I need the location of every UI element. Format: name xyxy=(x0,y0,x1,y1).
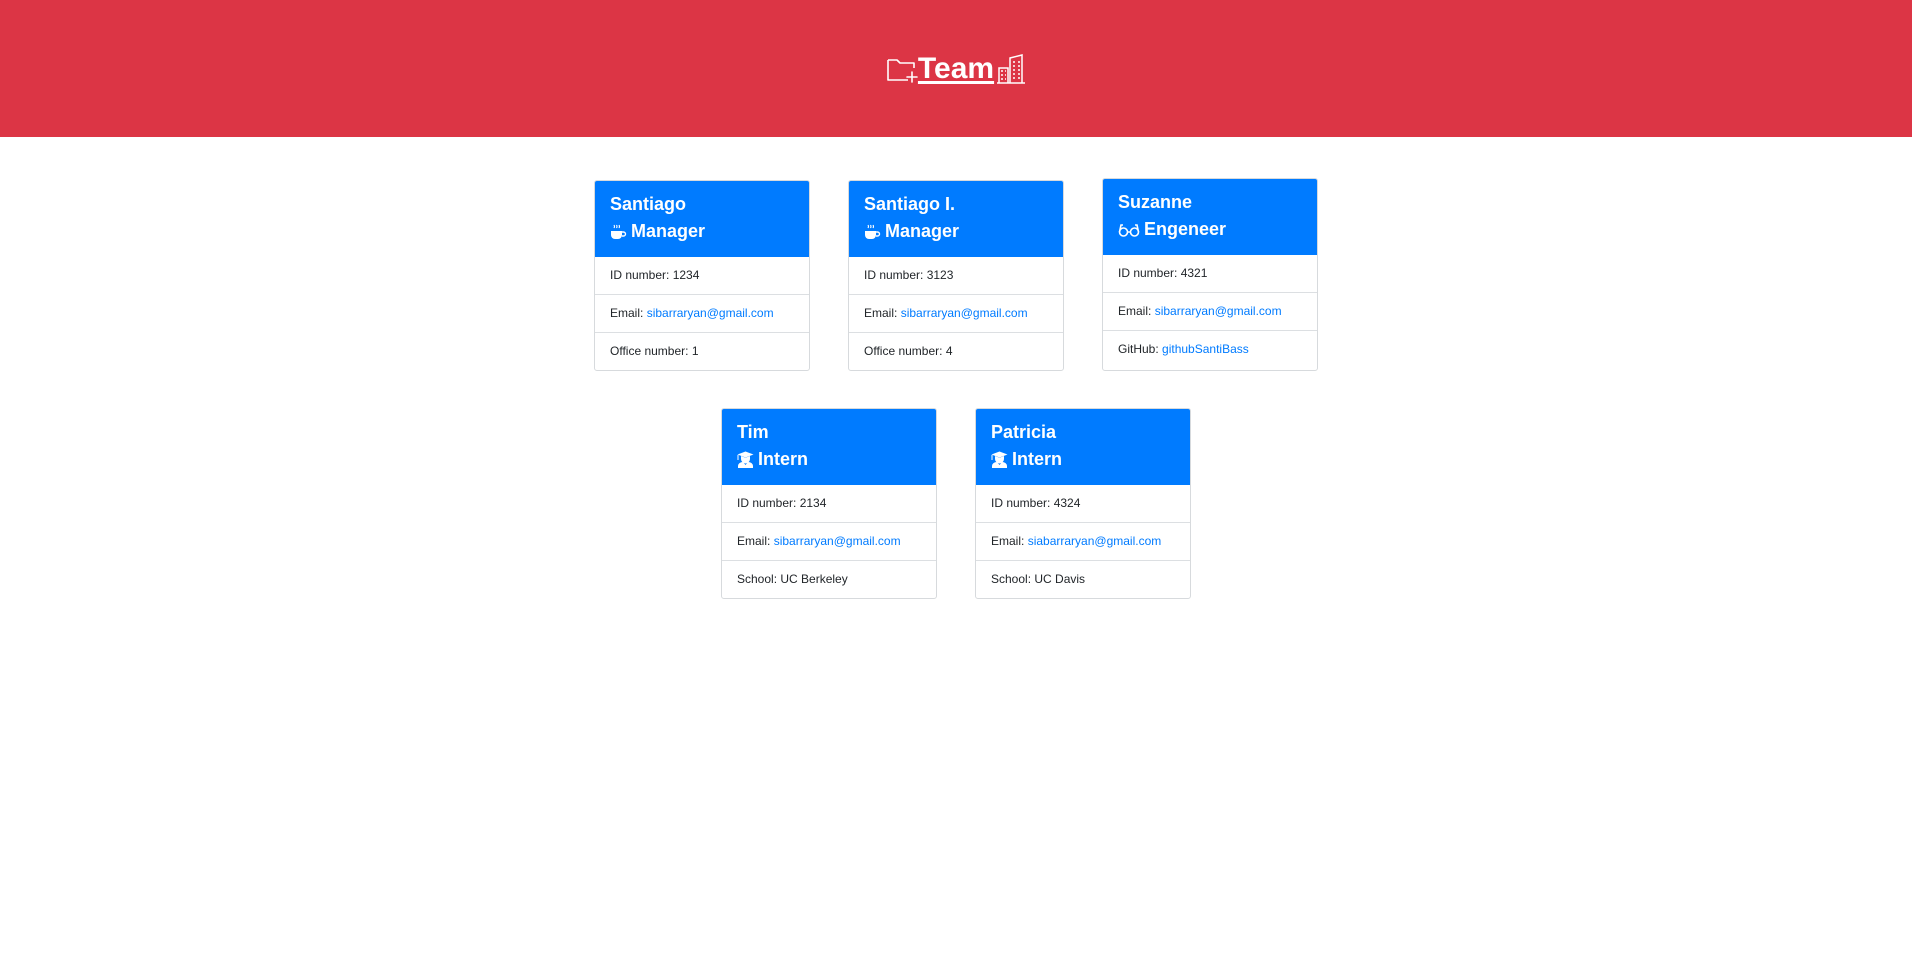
card-header: Suzanne Engeneer xyxy=(1103,179,1317,255)
school-label: School: xyxy=(991,572,1035,586)
employee-card: Patricia Intern ID number: 4324 Email: s… xyxy=(975,408,1191,599)
employee-role: Manager xyxy=(610,218,794,245)
role-label: Engeneer xyxy=(1144,219,1227,239)
email-link[interactable]: sibarraryan@gmail.com xyxy=(647,306,774,320)
card-header: Santiago Manager xyxy=(595,181,809,257)
card-header: Patricia Intern xyxy=(976,409,1190,485)
card-header: Tim Intern xyxy=(722,409,936,485)
id-value: 4321 xyxy=(1180,266,1208,280)
id-value: 1234 xyxy=(672,268,700,282)
graduate-icon xyxy=(737,451,754,468)
school-row: School: UC Davis xyxy=(976,560,1190,598)
id-label: ID number: xyxy=(610,268,673,282)
employee-name: Santiago I. xyxy=(864,194,956,214)
email-row: Email: sibarraryan@gmail.com xyxy=(849,294,1063,332)
github-row: GitHub: githubSantiBass xyxy=(1103,330,1317,368)
folder-plus-icon xyxy=(886,54,918,84)
id-value: 3123 xyxy=(926,268,954,282)
employee-card: Santiago I. Manager ID number: 3123 Emai… xyxy=(848,180,1064,371)
email-label: Email: xyxy=(1118,304,1155,318)
email-row: Email: sibarraryan@gmail.com xyxy=(1103,292,1317,330)
employee-role: Intern xyxy=(737,446,921,473)
card-details: ID number: 1234 Email: sibarraryan@gmail… xyxy=(595,257,809,370)
role-label: Manager xyxy=(885,221,960,241)
office-row: Office number: 4 xyxy=(849,332,1063,370)
header-title-text: Team xyxy=(917,51,995,85)
office-label: Office number: xyxy=(864,344,946,358)
email-label: Email: xyxy=(737,534,774,548)
card-header: Santiago I. Manager xyxy=(849,181,1063,257)
email-link[interactable]: siabarraryan@gmail.com xyxy=(1028,534,1162,548)
office-row: Office number: 1 xyxy=(595,332,809,370)
cards-row-2: Tim Intern ID number: 2134 Email: sibarr… xyxy=(0,408,1912,599)
email-link[interactable]: sibarraryan@gmail.com xyxy=(901,306,1028,320)
email-row: Email: sibarraryan@gmail.com xyxy=(595,294,809,332)
school-value: UC Davis xyxy=(1034,572,1086,586)
cards-row-1: Santiago Manager ID number: 1234 Email: … xyxy=(0,178,1912,371)
office-value: 1 xyxy=(691,344,699,358)
email-label: Email: xyxy=(610,306,647,320)
building-icon xyxy=(996,53,1026,84)
employee-card: Tim Intern ID number: 2134 Email: sibarr… xyxy=(721,408,937,599)
school-label: School: xyxy=(737,572,781,586)
employee-name: Tim xyxy=(737,422,769,442)
school-row: School: UC Berkeley xyxy=(722,560,936,598)
github-link[interactable]: githubSantiBass xyxy=(1162,342,1249,356)
id-row: ID number: 4321 xyxy=(1103,255,1317,292)
email-link[interactable]: sibarraryan@gmail.com xyxy=(1155,304,1282,318)
employee-role: Engeneer xyxy=(1118,216,1302,243)
coffee-icon xyxy=(610,224,627,240)
team-title: Team xyxy=(886,51,1026,85)
email-row: Email: siabarraryan@gmail.com xyxy=(976,522,1190,560)
school-value: UC Berkeley xyxy=(780,572,848,586)
id-row: ID number: 4324 xyxy=(976,485,1190,522)
employee-card: Suzanne Engeneer ID number: 4321 Email: … xyxy=(1102,178,1318,371)
card-details: ID number: 2134 Email: sibarraryan@gmail… xyxy=(722,485,936,598)
id-label: ID number: xyxy=(737,496,800,510)
id-row: ID number: 1234 xyxy=(595,257,809,294)
employee-role: Intern xyxy=(991,446,1175,473)
glasses-icon xyxy=(1118,222,1140,238)
email-label: Email: xyxy=(991,534,1028,548)
page-header: Team xyxy=(0,0,1912,137)
github-label: GitHub: xyxy=(1118,342,1163,356)
employee-name: Patricia xyxy=(991,422,1057,442)
email-row: Email: sibarraryan@gmail.com xyxy=(722,522,936,560)
card-details: ID number: 4324 Email: siabarraryan@gmai… xyxy=(976,485,1190,598)
email-label: Email: xyxy=(864,306,901,320)
graduate-icon xyxy=(991,451,1008,468)
office-value: 4 xyxy=(945,344,953,358)
id-value: 4324 xyxy=(1053,496,1081,510)
id-label: ID number: xyxy=(864,268,927,282)
office-label: Office number: xyxy=(610,344,692,358)
coffee-icon xyxy=(864,224,881,240)
role-label: Intern xyxy=(1012,449,1063,469)
card-details: ID number: 4321 Email: sibarraryan@gmail… xyxy=(1103,255,1317,368)
employee-name: Santiago xyxy=(610,194,687,214)
employee-role: Manager xyxy=(864,218,1048,245)
email-link[interactable]: sibarraryan@gmail.com xyxy=(774,534,901,548)
employee-name: Suzanne xyxy=(1118,192,1193,212)
id-row: ID number: 2134 xyxy=(722,485,936,522)
card-details: ID number: 3123 Email: sibarraryan@gmail… xyxy=(849,257,1063,370)
id-label: ID number: xyxy=(991,496,1054,510)
id-label: ID number: xyxy=(1118,266,1181,280)
role-label: Intern xyxy=(758,449,809,469)
id-value: 2134 xyxy=(799,496,827,510)
employee-card: Santiago Manager ID number: 1234 Email: … xyxy=(594,180,810,371)
role-label: Manager xyxy=(631,221,706,241)
id-row: ID number: 3123 xyxy=(849,257,1063,294)
